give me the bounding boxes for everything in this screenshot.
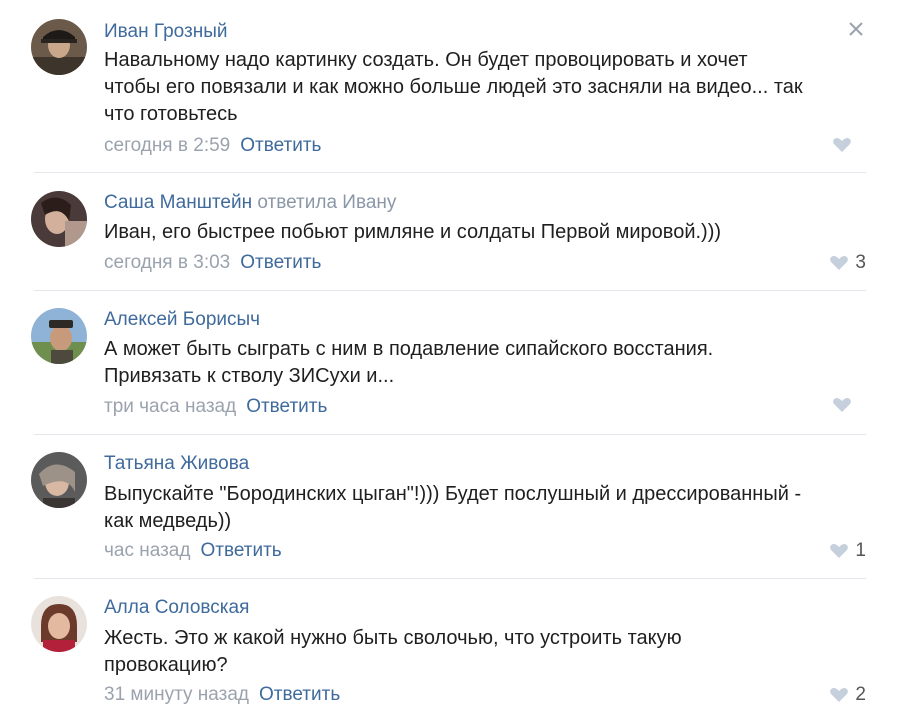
avatar-sasha-icon xyxy=(31,191,87,247)
avatar[interactable] xyxy=(31,452,87,508)
reply-button[interactable]: Ответить xyxy=(259,684,340,705)
reply-button[interactable]: Ответить xyxy=(240,252,321,273)
avatar-aleksey-icon xyxy=(31,308,87,364)
author-line: Саша Манштейн ответила Ивану xyxy=(104,192,396,214)
comment-text: Выпускайте "Бородинских цыган"!))) Будет… xyxy=(104,483,802,532)
comment-time[interactable]: сегодня в 2:59 xyxy=(104,135,230,156)
comment-time[interactable]: сегодня в 3:03 xyxy=(104,252,230,273)
comment-item: Иван Грозный Навальному надо картинку со… xyxy=(0,0,900,172)
comment-item: Алла Соловская Жесть. Это ж какой нужно … xyxy=(0,579,900,722)
comment-item: Алексей Борисыч А может быть сыграть с н… xyxy=(0,291,900,434)
avatar-ivan-icon xyxy=(31,19,87,75)
author-line: Иван Грозный xyxy=(104,21,228,43)
like-button[interactable]: 1 xyxy=(829,540,866,562)
comment-time[interactable]: час назад xyxy=(104,540,190,561)
comment-time[interactable]: три часа назад xyxy=(104,396,236,417)
like-count: 1 xyxy=(855,540,866,561)
comment-item: Татьяна Живова Выпускайте "Бородинских ц… xyxy=(0,435,900,578)
author-line: Алексей Борисыч xyxy=(104,309,260,331)
avatar[interactable] xyxy=(31,596,87,652)
author-name[interactable]: Алла Соловская xyxy=(104,597,249,618)
comment-text: А может быть сыграть с ним в подавление … xyxy=(104,338,714,387)
heart-icon xyxy=(833,398,851,412)
reply-button[interactable]: Ответить xyxy=(240,135,321,156)
author-line: Алла Соловская xyxy=(104,597,249,619)
avatar[interactable] xyxy=(31,191,87,247)
avatar-tatyana-icon xyxy=(31,452,87,508)
avatar-alla-icon xyxy=(31,596,87,652)
like-button[interactable]: 2 xyxy=(829,684,866,706)
comment-meta: сегодня в 2:59 Ответить xyxy=(104,135,321,157)
like-button[interactable]: 3 xyxy=(829,252,866,274)
reply-button[interactable]: Ответить xyxy=(200,540,281,561)
heart-icon xyxy=(830,256,849,270)
comment-meta: 31 минуту назад Ответить xyxy=(104,684,340,706)
heart-icon xyxy=(833,138,851,152)
comment-time[interactable]: 31 минуту назад xyxy=(104,684,249,705)
comment-meta: час назад Ответить xyxy=(104,540,282,562)
comment-item: Саша Манштейн ответила Ивану Иван, его б… xyxy=(0,173,900,290)
comment-text: Иван, его быстрее побьют римляне и солда… xyxy=(104,221,722,243)
author-name[interactable]: Алексей Борисыч xyxy=(104,309,260,330)
like-button[interactable] xyxy=(832,137,866,153)
close-button[interactable] xyxy=(848,21,864,37)
author-name[interactable]: Саша Манштейн xyxy=(104,192,252,213)
comment-meta: три часа назад Ответить xyxy=(104,396,327,418)
comments-list: Иван Грозный Навальному надо картинку со… xyxy=(0,0,900,722)
close-icon xyxy=(849,22,863,36)
reply-button[interactable]: Ответить xyxy=(246,396,327,417)
avatar[interactable] xyxy=(31,308,87,364)
comment-text: Жесть. Это ж какой нужно быть сволочью, … xyxy=(104,627,682,676)
author-name[interactable]: Иван Грозный xyxy=(104,21,228,42)
heart-icon xyxy=(830,688,849,702)
author-name[interactable]: Татьяна Живова xyxy=(104,453,249,474)
avatar[interactable] xyxy=(31,19,87,75)
reply-to-label[interactable]: ответила Ивану xyxy=(257,192,396,213)
heart-icon xyxy=(830,544,849,558)
comment-text: Навальному надо картинку создать. Он буд… xyxy=(104,49,803,125)
like-count: 3 xyxy=(855,252,866,273)
like-count: 2 xyxy=(855,684,866,705)
like-button[interactable] xyxy=(832,397,866,413)
comment-meta: сегодня в 3:03 Ответить xyxy=(104,252,321,274)
author-line: Татьяна Живова xyxy=(104,453,249,475)
